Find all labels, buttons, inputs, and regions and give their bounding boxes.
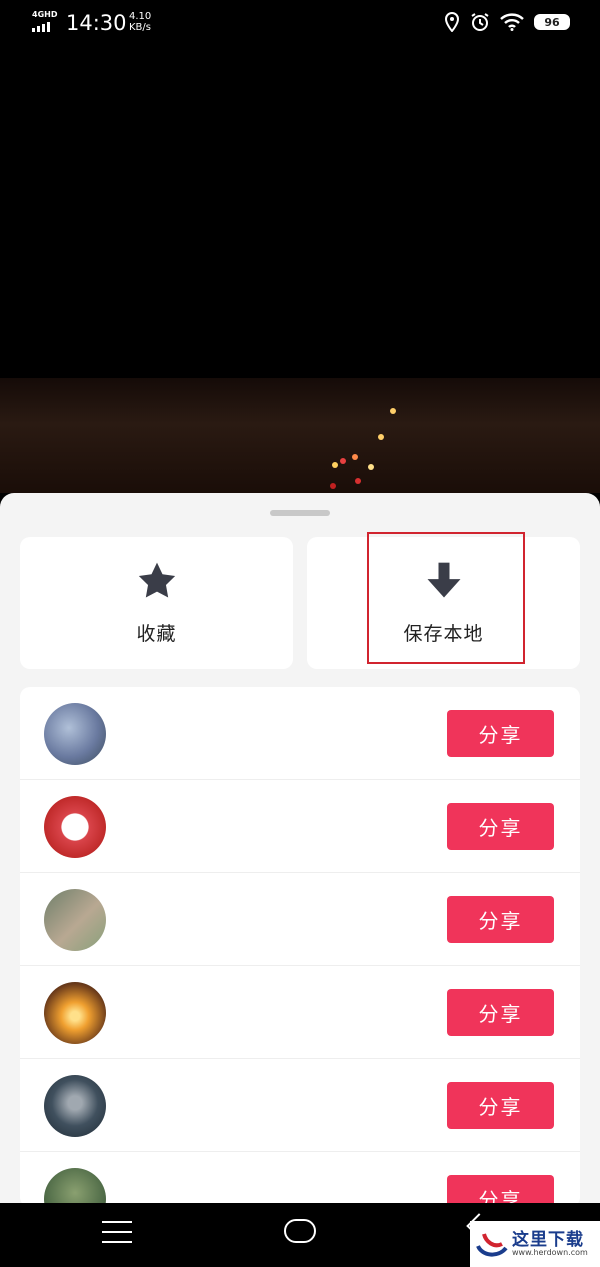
home-icon[interactable] xyxy=(284,1219,316,1243)
favorite-button[interactable]: 收藏 xyxy=(20,537,293,669)
contact-list: 分享 分享 分享 分享 分享 分享 xyxy=(20,687,580,1203)
status-bar: 4GHD 14:30 4.10 KB/s 96 xyxy=(0,0,600,48)
share-button[interactable]: 分享 xyxy=(447,1175,554,1203)
contact-row[interactable]: 分享 xyxy=(20,1152,580,1203)
share-button[interactable]: 分享 xyxy=(447,989,554,1036)
contact-row[interactable]: 分享 xyxy=(20,687,580,780)
watermark-text: 这里下载 xyxy=(512,1230,584,1250)
avatar xyxy=(44,1168,106,1203)
cellular-signal-icon: 4GHD xyxy=(32,10,60,36)
drag-handle[interactable] xyxy=(270,510,330,516)
star-icon xyxy=(135,559,179,603)
menu-icon[interactable] xyxy=(102,1221,132,1245)
contact-row[interactable]: 分享 xyxy=(20,780,580,873)
speed-unit: KB/s xyxy=(129,22,151,33)
avatar xyxy=(44,1075,106,1137)
speed-value: 4.10 xyxy=(129,11,152,22)
alarm-icon xyxy=(471,13,489,31)
contact-row[interactable]: 分享 xyxy=(20,966,580,1059)
watermark-logo-icon xyxy=(476,1233,508,1257)
contact-row[interactable]: 分享 xyxy=(20,873,580,966)
highlight-box xyxy=(367,532,525,664)
avatar xyxy=(44,982,106,1044)
clock: 14:30 xyxy=(66,11,127,35)
location-icon xyxy=(444,12,460,32)
watermark: 这里下载 www.herdown.com xyxy=(470,1221,600,1267)
night-scene-image xyxy=(0,378,600,493)
favorite-label: 收藏 xyxy=(136,623,177,645)
share-button[interactable]: 分享 xyxy=(447,803,554,850)
video-preview[interactable] xyxy=(0,48,600,493)
battery-indicator: 96 xyxy=(534,14,570,30)
network-type: 4GHD xyxy=(32,10,58,19)
avatar xyxy=(44,703,106,765)
avatar xyxy=(44,889,106,951)
network-speed: 4.10 KB/s xyxy=(129,11,151,33)
share-button[interactable]: 分享 xyxy=(447,896,554,943)
avatar xyxy=(44,796,106,858)
wifi-icon xyxy=(500,13,524,31)
contact-row[interactable]: 分享 xyxy=(20,1059,580,1152)
share-button[interactable]: 分享 xyxy=(447,710,554,757)
watermark-url: www.herdown.com xyxy=(512,1248,588,1257)
share-button[interactable]: 分享 xyxy=(447,1082,554,1129)
